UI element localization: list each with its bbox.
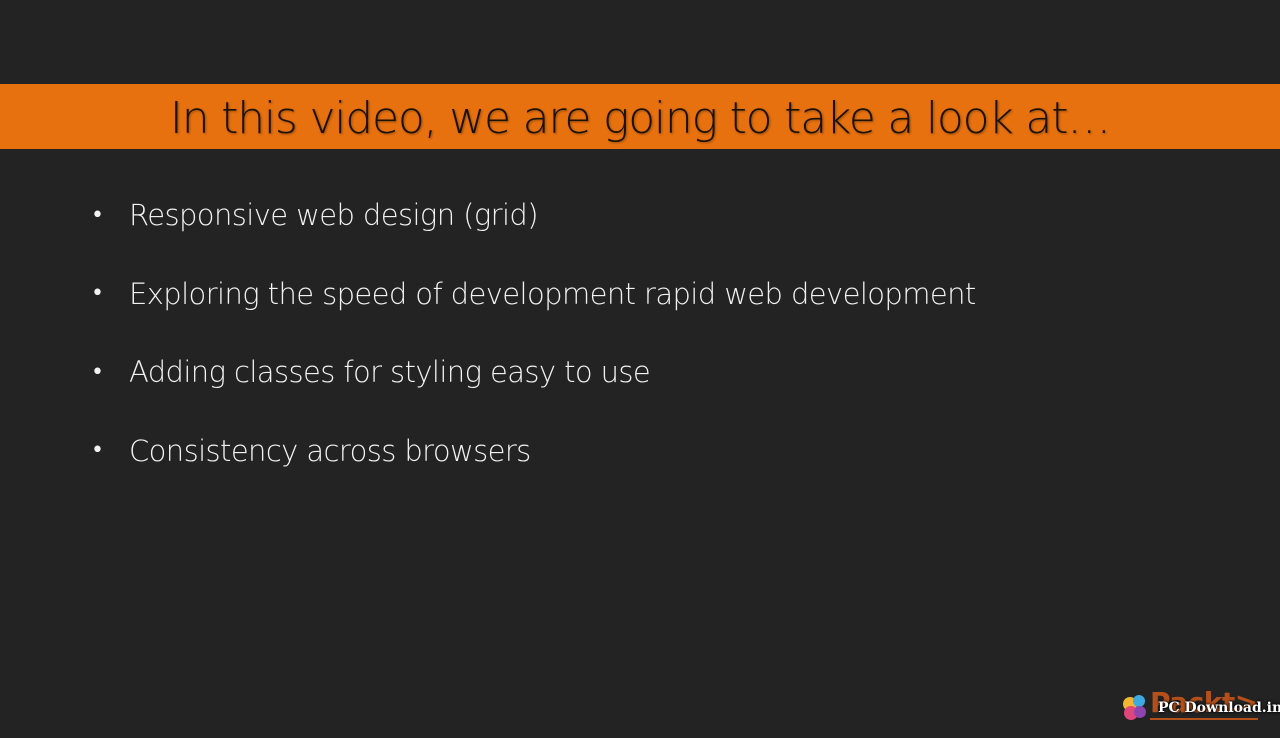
- bullet-text: Adding classes for styling easy to use: [129, 355, 651, 389]
- bullet-icon: •: [91, 359, 104, 385]
- bullet-text: Exploring the speed of development rapid…: [129, 276, 976, 311]
- bullet-text: Responsive web design (grid): [129, 198, 539, 232]
- colorful-circles-icon: [1123, 695, 1146, 720]
- bullet-icon: •: [91, 438, 104, 463]
- bullet-list: • Responsive web design (grid) • Explori…: [90, 190, 976, 504]
- presentation-slide: In this video, we are going to take a lo…: [0, 0, 1280, 738]
- watermark: PC Download.in: [1120, 692, 1280, 724]
- bullet-icon: •: [91, 202, 104, 228]
- bullet-icon: •: [91, 281, 104, 306]
- slide-title: In this video, we are going to take a lo…: [169, 93, 1111, 144]
- list-item: • Adding classes for styling easy to use: [90, 347, 976, 397]
- list-item: • Consistency across browsers: [90, 426, 976, 476]
- watermark-text: PC Download.in: [1158, 700, 1280, 716]
- bullet-text: Consistency across browsers: [129, 433, 531, 468]
- list-item: • Responsive web design (grid): [90, 190, 976, 240]
- list-item: • Exploring the speed of development rap…: [90, 269, 976, 319]
- title-bar: In this video, we are going to take a lo…: [0, 84, 1280, 149]
